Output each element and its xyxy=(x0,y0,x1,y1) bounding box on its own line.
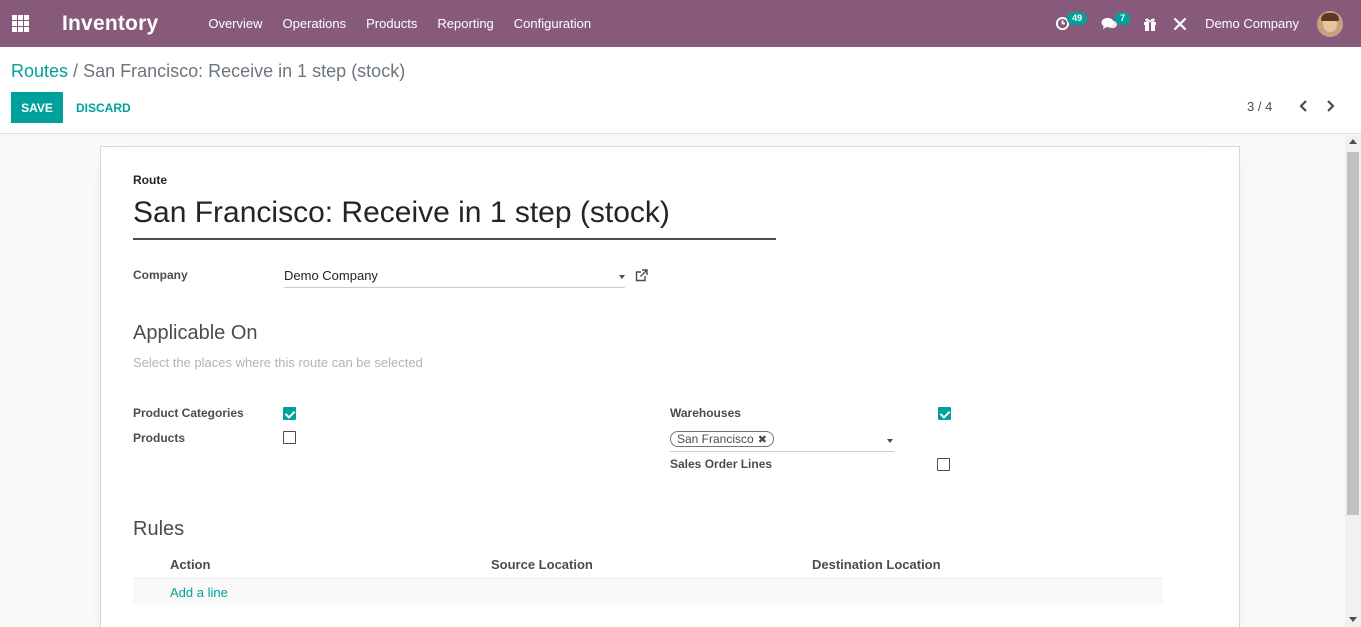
top-navbar: Inventory Overview Operations Products R… xyxy=(0,0,1361,47)
product-categories-label: Product Categories xyxy=(133,406,244,420)
column-action[interactable]: Action xyxy=(170,557,210,572)
scroll-down-icon[interactable] xyxy=(1349,617,1357,622)
scrollbar-thumb[interactable] xyxy=(1347,152,1359,515)
route-name-input[interactable]: San Francisco: Receive in 1 step (stock) xyxy=(133,196,776,240)
column-destination-location[interactable]: Destination Location xyxy=(812,557,941,572)
breadcrumb-separator: / xyxy=(73,61,79,81)
external-link-icon[interactable] xyxy=(635,269,648,285)
company-select-value: Demo Company xyxy=(284,268,378,283)
breadcrumb-current: San Francisco: Receive in 1 step (stock) xyxy=(83,61,406,81)
rules-title: Rules xyxy=(133,518,185,540)
discard-button[interactable]: DISCARD xyxy=(70,92,137,123)
sales-order-lines-label: Sales Order Lines xyxy=(670,457,773,471)
gift-menu[interactable] xyxy=(1135,0,1165,47)
menu-configuration[interactable]: Configuration xyxy=(504,0,601,47)
caret-down-icon xyxy=(619,275,625,279)
applicable-on-help: Select the places where this route can b… xyxy=(133,355,423,370)
chevron-right-icon xyxy=(1326,100,1335,112)
warehouse-tag-label: San Francisco xyxy=(677,432,754,446)
form-view: Route San Francisco: Receive in 1 step (… xyxy=(0,135,1345,627)
breadcrumb: Routes / San Francisco: Receive in 1 step … xyxy=(11,61,405,82)
pager-next-button[interactable] xyxy=(1320,95,1340,117)
company-select[interactable]: Demo Company xyxy=(284,268,625,288)
messages-count-badge: 7 xyxy=(1115,12,1131,25)
main-menu: Overview Operations Products Reporting C… xyxy=(198,0,601,47)
column-source-location[interactable]: Source Location xyxy=(491,557,593,572)
menu-operations[interactable]: Operations xyxy=(273,0,357,47)
product-categories-checkbox[interactable] xyxy=(283,407,296,420)
messaging-menu[interactable]: 7 xyxy=(1093,0,1135,47)
activity-count-badge: 49 xyxy=(1067,12,1088,25)
rules-table-header: Action Source Location Destination Locat… xyxy=(133,553,1163,578)
menu-overview[interactable]: Overview xyxy=(198,0,272,47)
warehouses-many2many-input[interactable]: San Francisco ✖ xyxy=(670,431,894,452)
apps-menu-icon[interactable] xyxy=(0,0,40,47)
sales-order-lines-checkbox[interactable] xyxy=(937,458,950,471)
route-label: Route xyxy=(133,173,167,187)
applicable-on-title: Applicable On xyxy=(133,322,258,344)
company-label: Company xyxy=(133,268,188,282)
gift-icon xyxy=(1144,18,1157,31)
warehouses-label: Warehouses xyxy=(670,406,741,420)
debug-tools-menu[interactable] xyxy=(1165,0,1195,47)
user-avatar[interactable] xyxy=(1317,10,1343,37)
control-panel: Routes / San Francisco: Receive in 1 step … xyxy=(0,47,1361,134)
form-sheet: Route San Francisco: Receive in 1 step (… xyxy=(100,146,1240,627)
company-switcher[interactable]: Demo Company xyxy=(1195,0,1317,47)
menu-products[interactable]: Products xyxy=(356,0,427,47)
products-checkbox[interactable] xyxy=(283,431,296,444)
save-button[interactable]: Save xyxy=(11,92,63,123)
menu-reporting[interactable]: Reporting xyxy=(427,0,503,47)
caret-down-icon xyxy=(887,439,893,443)
table-row: Add a line xyxy=(133,578,1163,605)
pager-value[interactable]: 3 / 4 xyxy=(1247,99,1272,114)
pager-previous-button[interactable] xyxy=(1293,95,1313,117)
remove-tag-icon[interactable]: ✖ xyxy=(758,433,767,446)
scroll-up-icon[interactable] xyxy=(1349,139,1357,144)
activity-menu[interactable]: 49 xyxy=(1047,0,1088,47)
scrollbar[interactable] xyxy=(1345,135,1361,627)
add-a-line-link[interactable]: Add a line xyxy=(170,585,228,600)
app-name[interactable]: Inventory xyxy=(62,12,158,36)
chevron-left-icon xyxy=(1298,100,1307,112)
warehouses-checkbox[interactable] xyxy=(938,407,951,420)
tools-icon xyxy=(1173,17,1187,30)
products-label: Products xyxy=(133,431,186,445)
warehouse-tag: San Francisco ✖ xyxy=(670,431,774,447)
breadcrumb-routes-link[interactable]: Routes xyxy=(11,61,68,81)
systray: 49 7 Demo Company xyxy=(1047,0,1361,47)
